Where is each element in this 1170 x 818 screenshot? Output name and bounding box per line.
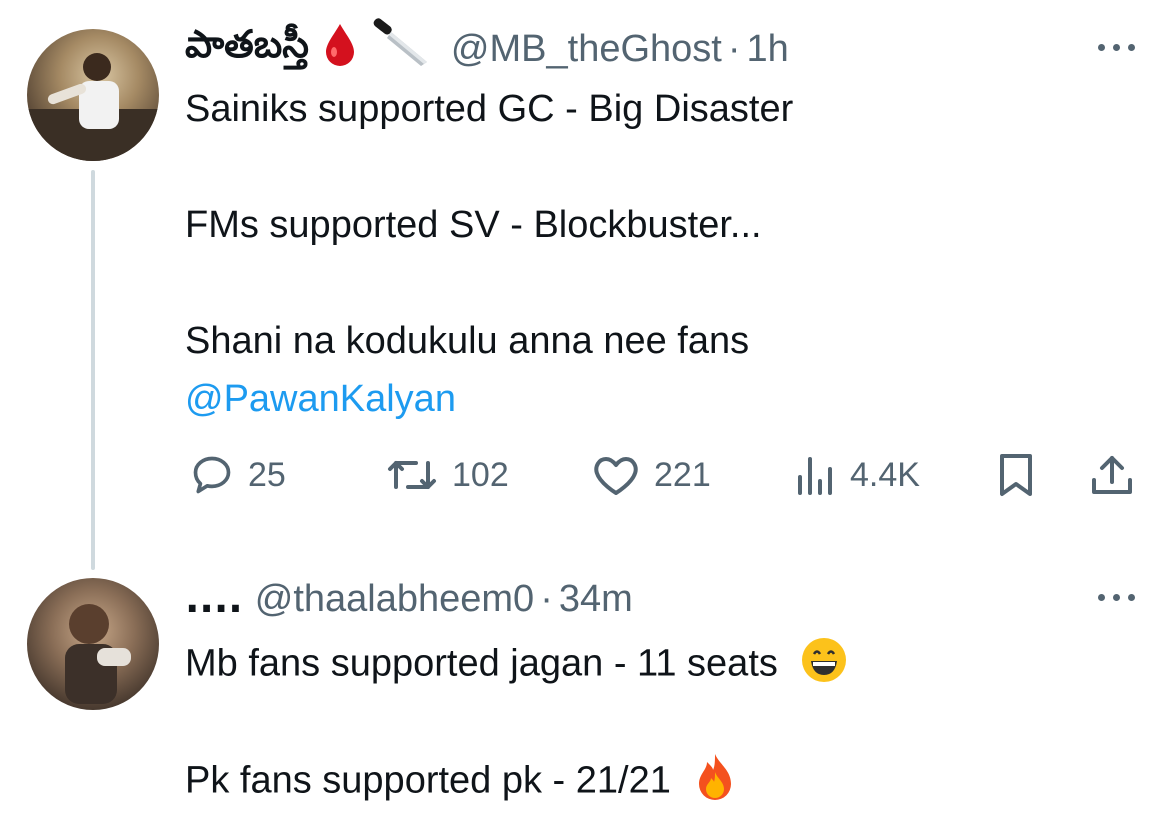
retweet-button[interactable]: 102 xyxy=(386,452,509,498)
reply-text-line: Pk fans supported pk - 21/21 xyxy=(185,752,737,813)
avatar-photo-icon xyxy=(27,53,159,161)
author-name[interactable]: పాతబస్తీ xyxy=(185,22,309,76)
mention-link[interactable]: @PawanKalyan xyxy=(185,376,456,422)
reply-text: Pk fans supported pk - 21/21 xyxy=(185,759,671,802)
fire-emoji-icon xyxy=(693,752,737,813)
reply-count: 25 xyxy=(248,455,286,494)
tweet-text-line: Shani na kodukulu anna nee fans xyxy=(185,320,750,362)
retweet-icon xyxy=(388,461,436,489)
views-count: 4.4K xyxy=(850,455,920,494)
separator-dot: · xyxy=(540,577,553,620)
thread-connector-line xyxy=(91,170,95,570)
share-icon xyxy=(1092,456,1132,494)
reply-header: .... @thaalabheem0 · 34m xyxy=(185,575,633,623)
views-button[interactable]: 4.4K xyxy=(796,452,920,498)
reply-author-avatar[interactable] xyxy=(27,578,159,710)
reply-text-line: Mb fans supported jagan - 11 seats xyxy=(185,636,848,695)
reply-text: Mb fans supported jagan - 11 seats xyxy=(185,642,778,685)
tweet-timestamp[interactable]: 1h xyxy=(747,28,789,71)
tweet-text-line: Sainiks supported GC - Big Disaster xyxy=(185,88,794,130)
grin-emoji-icon xyxy=(800,636,848,695)
reply-author-name[interactable]: .... xyxy=(185,577,243,621)
like-button[interactable]: 221 xyxy=(592,452,711,498)
author-avatar[interactable] xyxy=(27,29,159,161)
retweet-count: 102 xyxy=(452,455,509,494)
separator-dot: · xyxy=(727,27,741,70)
knife-icon xyxy=(371,18,433,80)
avatar-photo-icon xyxy=(65,604,131,704)
bookmark-icon xyxy=(1000,454,1032,496)
reply-icon xyxy=(193,456,231,494)
tweet-header: పాతబస్తీ @MB_theGhost · 1h xyxy=(185,18,789,76)
reply-timestamp[interactable]: 34m xyxy=(559,578,633,621)
blood-drop-icon xyxy=(321,22,359,76)
share-button[interactable] xyxy=(1088,452,1136,498)
reply-more-options-button[interactable] xyxy=(1098,588,1138,608)
views-chart-icon xyxy=(798,457,832,495)
bookmark-button[interactable] xyxy=(998,452,1034,498)
more-options-button[interactable] xyxy=(1098,38,1138,58)
heart-icon xyxy=(594,457,638,495)
reply-button[interactable]: 25 xyxy=(190,452,286,498)
tweet-text-line: FMs supported SV - Blockbuster... xyxy=(185,204,762,246)
author-handle[interactable]: @MB_theGhost xyxy=(451,28,722,71)
like-count: 221 xyxy=(654,455,711,494)
reply-author-handle[interactable]: @thaalabheem0 xyxy=(255,578,534,621)
